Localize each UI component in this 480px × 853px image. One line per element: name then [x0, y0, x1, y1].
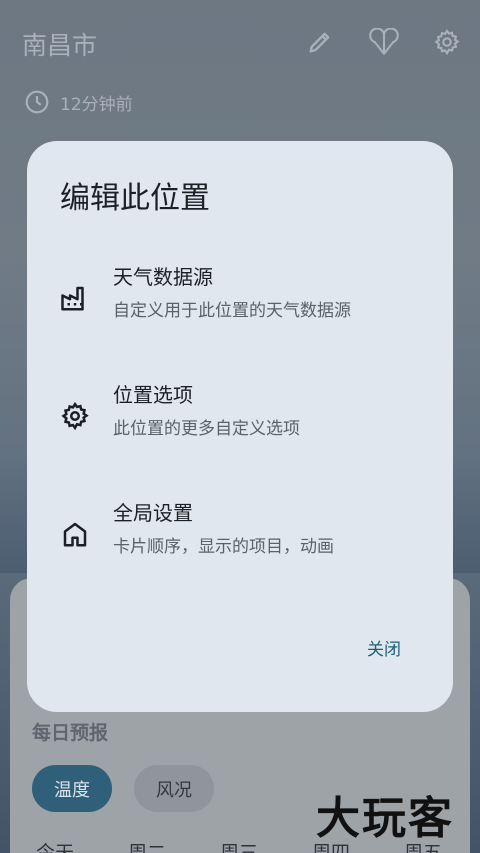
gear-icon: [60, 401, 90, 431]
option-global-settings[interactable]: 全局设置 卡片顺序，显示的项目，动画: [27, 497, 453, 577]
option-title: 全局设置: [113, 501, 193, 525]
last-updated: 12分钟前: [24, 88, 133, 116]
option-location-options[interactable]: 位置选项 此位置的更多自定义选项: [27, 379, 453, 459]
day-label: 周二: [128, 842, 167, 853]
option-subtitle: 卡片顺序，显示的项目，动画: [113, 537, 334, 557]
factory-icon: [60, 283, 90, 313]
edit-location-dialog: 编辑此位置 天气数据源 自定义用于此位置的天气数据源 位置选项 此位置的更多自定…: [27, 141, 453, 712]
close-button[interactable]: 关闭: [367, 635, 401, 660]
forecast-title: 每日预报: [32, 722, 109, 744]
location-icon[interactable]: [368, 27, 400, 56]
day-label: 今天: [36, 842, 75, 853]
city-title[interactable]: 南昌市: [22, 26, 97, 62]
day-label: 周三: [220, 842, 259, 853]
edit-icon[interactable]: [306, 28, 334, 56]
watermark-logo: 大玩客: [316, 793, 454, 844]
option-subtitle: 此位置的更多自定义选项: [113, 419, 300, 439]
option-weather-source[interactable]: 天气数据源 自定义用于此位置的天气数据源: [27, 261, 453, 341]
chip-temperature[interactable]: 温度: [32, 765, 112, 812]
dialog-title: 编辑此位置: [60, 181, 210, 216]
settings-icon[interactable]: [433, 28, 461, 56]
top-bar: 南昌市 12分钟前: [0, 0, 480, 115]
chip-wind[interactable]: 风况: [134, 765, 214, 812]
option-title: 位置选项: [113, 383, 193, 407]
home-icon: [60, 519, 90, 549]
updated-text: 12分钟前: [60, 94, 133, 115]
clock-icon: [25, 90, 49, 114]
option-title: 天气数据源: [113, 265, 213, 289]
option-subtitle: 自定义用于此位置的天气数据源: [113, 301, 351, 321]
